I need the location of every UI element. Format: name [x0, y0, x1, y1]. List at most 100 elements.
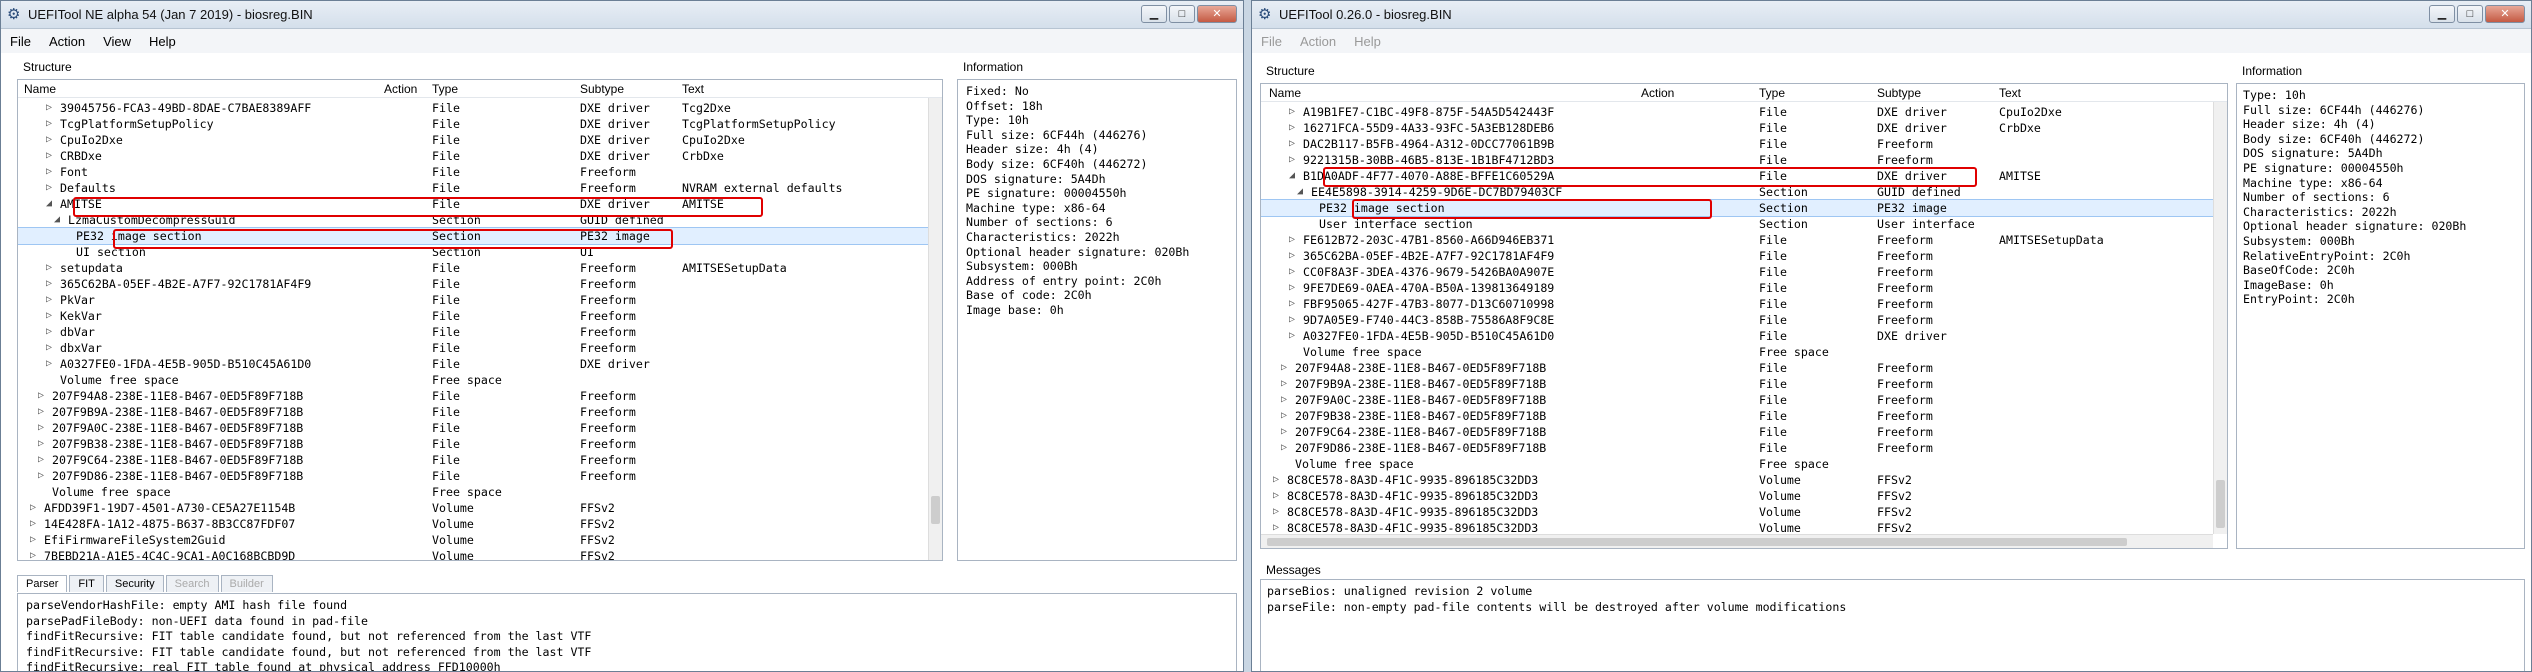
tree-row[interactable]: ▷ dbxVar File Freeform [18, 340, 942, 356]
minimize-button[interactable]: ▁ [1141, 5, 1167, 23]
expand-arrow-icon[interactable]: ▷ [1289, 104, 1295, 120]
tree-row[interactable]: ▷ 9FE7DE69-0AEA-470A-B50A-139813649189 Fil… [1261, 280, 2227, 296]
tree-row[interactable]: ▷ 7BEBD21A-A1E5-4C4C-9CA1-A0C168BCBD9D Vol… [18, 548, 942, 560]
tree-row[interactable]: User interface section Section User interf… [1261, 216, 2227, 232]
scroll-thumb[interactable] [2216, 480, 2225, 528]
tree-row[interactable]: ▷ 207F9D86-238E-11E8-B467-0ED5F89F718B Fil… [18, 468, 942, 484]
collapse-arrow-icon[interactable]: ◢ [46, 196, 52, 212]
expand-arrow-icon[interactable]: ▷ [38, 420, 44, 436]
menu-file[interactable]: File [1, 34, 40, 49]
structure-tree[interactable]: Name Action Type Subtype Text ▷ A19B1FE7-… [1260, 83, 2228, 549]
tree-row[interactable]: ▷ CC0F8A3F-3DEA-4376-9679-5426BA0A907E Fil… [1261, 264, 2227, 280]
tree-row[interactable]: ▷ 207F9B38-238E-11E8-B467-0ED5F89F718B Fil… [1261, 408, 2227, 424]
tree-row[interactable]: ▷ PkVar File Freeform [18, 292, 942, 308]
vertical-scrollbar[interactable] [2213, 102, 2227, 534]
collapse-arrow-icon[interactable]: ◢ [1297, 184, 1303, 200]
scroll-thumb[interactable] [931, 496, 940, 524]
expand-arrow-icon[interactable]: ▷ [38, 452, 44, 468]
col-text[interactable]: Text [1999, 86, 2021, 100]
col-action[interactable]: Action [1641, 86, 1674, 100]
expand-arrow-icon[interactable]: ▷ [46, 164, 52, 180]
tree-row[interactable]: Volume free space Free space [1261, 344, 2227, 360]
expand-arrow-icon[interactable]: ▷ [46, 324, 52, 340]
col-subtype[interactable]: Subtype [580, 82, 624, 96]
tree-row[interactable]: ◢ EE4E5898-3914-4259-9D6E-DC7BD79403CF Sec… [1261, 184, 2227, 200]
expand-arrow-icon[interactable]: ▷ [1281, 424, 1287, 440]
expand-arrow-icon[interactable]: ▷ [46, 308, 52, 324]
menu-help[interactable]: Help [140, 34, 185, 49]
expand-arrow-icon[interactable]: ▷ [1289, 136, 1295, 152]
col-text[interactable]: Text [682, 82, 704, 96]
tree-row[interactable]: ▷ 365C62BA-05EF-4B2E-A7F7-92C1781AF4F9 Fil… [1261, 248, 2227, 264]
tree-row[interactable]: ◢ AMITSE File DXE driver AMITSE [18, 196, 942, 212]
horizontal-scrollbar[interactable] [1261, 534, 2213, 548]
tree-row[interactable]: Volume free space Free space [18, 484, 942, 500]
tree-row[interactable]: ▷ FBF95065-427F-47B3-8077-D13C60710998 Fil… [1261, 296, 2227, 312]
col-name[interactable]: Name [24, 82, 56, 96]
structure-tree[interactable]: Name Action Type Subtype Text ▷ 39045756-… [17, 79, 943, 561]
expand-arrow-icon[interactable]: ▷ [46, 276, 52, 292]
parser-messages[interactable]: parseVendorHashFile: empty AMI hash file… [17, 593, 1237, 671]
menu-view[interactable]: View [94, 34, 140, 49]
expand-arrow-icon[interactable]: ▷ [46, 116, 52, 132]
tree-row[interactable]: ◢ B1DA0ADF-4F77-4070-A88E-BFFE1C60529A Fil… [1261, 168, 2227, 184]
expand-arrow-icon[interactable]: ▷ [30, 500, 36, 516]
tree-row[interactable]: ▷ 207F9C64-238E-11E8-B467-0ED5F89F718B Fil… [1261, 424, 2227, 440]
col-type[interactable]: Type [1759, 86, 1785, 100]
expand-arrow-icon[interactable]: ▷ [46, 340, 52, 356]
expand-arrow-icon[interactable]: ▷ [1273, 472, 1279, 488]
tree-row[interactable]: ▷ CRBDxe File DXE driver CrbDxe [18, 148, 942, 164]
tree-row[interactable]: ▷ 207F94A8-238E-11E8-B467-0ED5F89F718B Fil… [1261, 360, 2227, 376]
tree-row[interactable]: ▷ 39045756-FCA3-49BD-8DAE-C7BAE8389AFF Fil… [18, 100, 942, 116]
tree-row[interactable]: ▷ A19B1FE7-C1BC-49F8-875F-54A5D542443F Fil… [1261, 104, 2227, 120]
tree-row[interactable]: ▷ 8C8CE578-8A3D-4F1C-9935-896185C32DD3 Vol… [1261, 504, 2227, 520]
tree-row[interactable]: PE32 image section Section PE32 image [18, 227, 942, 245]
expand-arrow-icon[interactable]: ▷ [46, 292, 52, 308]
expand-arrow-icon[interactable]: ▷ [46, 100, 52, 116]
tree-row[interactable]: ▷ A0327FE0-1FDA-4E5B-905D-B510C45A61D0 Fil… [18, 356, 942, 372]
tree-row[interactable]: ▷ FE612B72-203C-47B1-8560-A66D946EB371 Fil… [1261, 232, 2227, 248]
expand-arrow-icon[interactable]: ▷ [1281, 392, 1287, 408]
tree-row[interactable]: ◢ LzmaCustomDecompressGuid Section GUID def… [18, 212, 942, 228]
tree-row[interactable]: ▷ 8C8CE578-8A3D-4F1C-9935-896185C32DD3 Vol… [1261, 472, 2227, 488]
tree-row[interactable]: ▷ EfiFirmwareFileSystem2Guid Volume FFSv2 [18, 532, 942, 548]
tab-search[interactable]: Search [165, 575, 219, 592]
expand-arrow-icon[interactable]: ▷ [30, 532, 36, 548]
expand-arrow-icon[interactable]: ▷ [30, 548, 36, 560]
maximize-button[interactable]: □ [1169, 5, 1195, 23]
expand-arrow-icon[interactable]: ▷ [1289, 312, 1295, 328]
expand-arrow-icon[interactable]: ▷ [1289, 232, 1295, 248]
scroll-thumb-h[interactable] [1267, 538, 2127, 546]
tree-row[interactable]: ▷ 365C62BA-05EF-4B2E-A7F7-92C1781AF4F9 Fil… [18, 276, 942, 292]
tree-row[interactable]: ▷ A0327FE0-1FDA-4E5B-905D-B510C45A61D0 Fil… [1261, 328, 2227, 344]
vertical-scrollbar[interactable] [928, 98, 942, 560]
title-bar[interactable]: ⚙ UEFITool 0.26.0 - biosreg.BIN ▁ □ ✕ [1252, 1, 2531, 29]
tab-fit[interactable]: FIT [69, 575, 104, 592]
expand-arrow-icon[interactable]: ▷ [46, 180, 52, 196]
expand-arrow-icon[interactable]: ▷ [46, 132, 52, 148]
tree-row[interactable]: ▷ AFDD39F1-19D7-4501-A730-CE5A27E1154B Vol… [18, 500, 942, 516]
expand-arrow-icon[interactable]: ▷ [1289, 152, 1295, 168]
tree-row[interactable]: ▷ Defaults File Freeform NVRAM external defa… [18, 180, 942, 196]
tree-row[interactable]: ▷ setupdata File Freeform AMITSESetupData [18, 260, 942, 276]
maximize-button[interactable]: □ [2457, 5, 2483, 23]
collapse-arrow-icon[interactable]: ◢ [1289, 168, 1295, 184]
expand-arrow-icon[interactable]: ▷ [46, 148, 52, 164]
tree-row[interactable]: Volume free space Free space [1261, 456, 2227, 472]
expand-arrow-icon[interactable]: ▷ [1281, 440, 1287, 456]
tree-row[interactable]: ▷ 207F9B9A-238E-11E8-B467-0ED5F89F718B Fil… [18, 404, 942, 420]
expand-arrow-icon[interactable]: ▷ [1273, 488, 1279, 504]
expand-arrow-icon[interactable]: ▷ [1289, 328, 1295, 344]
tree-row[interactable]: ▷ CpuIo2Dxe File DXE driver CpuIo2Dxe [18, 132, 942, 148]
tree-row[interactable]: ▷ 207F9D86-238E-11E8-B467-0ED5F89F718B Fil… [1261, 440, 2227, 456]
tab-builder[interactable]: Builder [220, 575, 273, 592]
expand-arrow-icon[interactable]: ▷ [46, 356, 52, 372]
col-name[interactable]: Name [1269, 86, 1301, 100]
minimize-button[interactable]: ▁ [2429, 5, 2455, 23]
tree-row[interactable]: UI section Section UI [18, 244, 942, 260]
tree-row[interactable]: PE32 image section Section PE32 image [1261, 199, 2227, 217]
tree-row[interactable]: ▷ 9D7A05E9-F740-44C3-858B-75586A8F9C8E Fil… [1261, 312, 2227, 328]
expand-arrow-icon[interactable]: ▷ [46, 260, 52, 276]
expand-arrow-icon[interactable]: ▷ [1289, 264, 1295, 280]
expand-arrow-icon[interactable]: ▷ [1289, 296, 1295, 312]
